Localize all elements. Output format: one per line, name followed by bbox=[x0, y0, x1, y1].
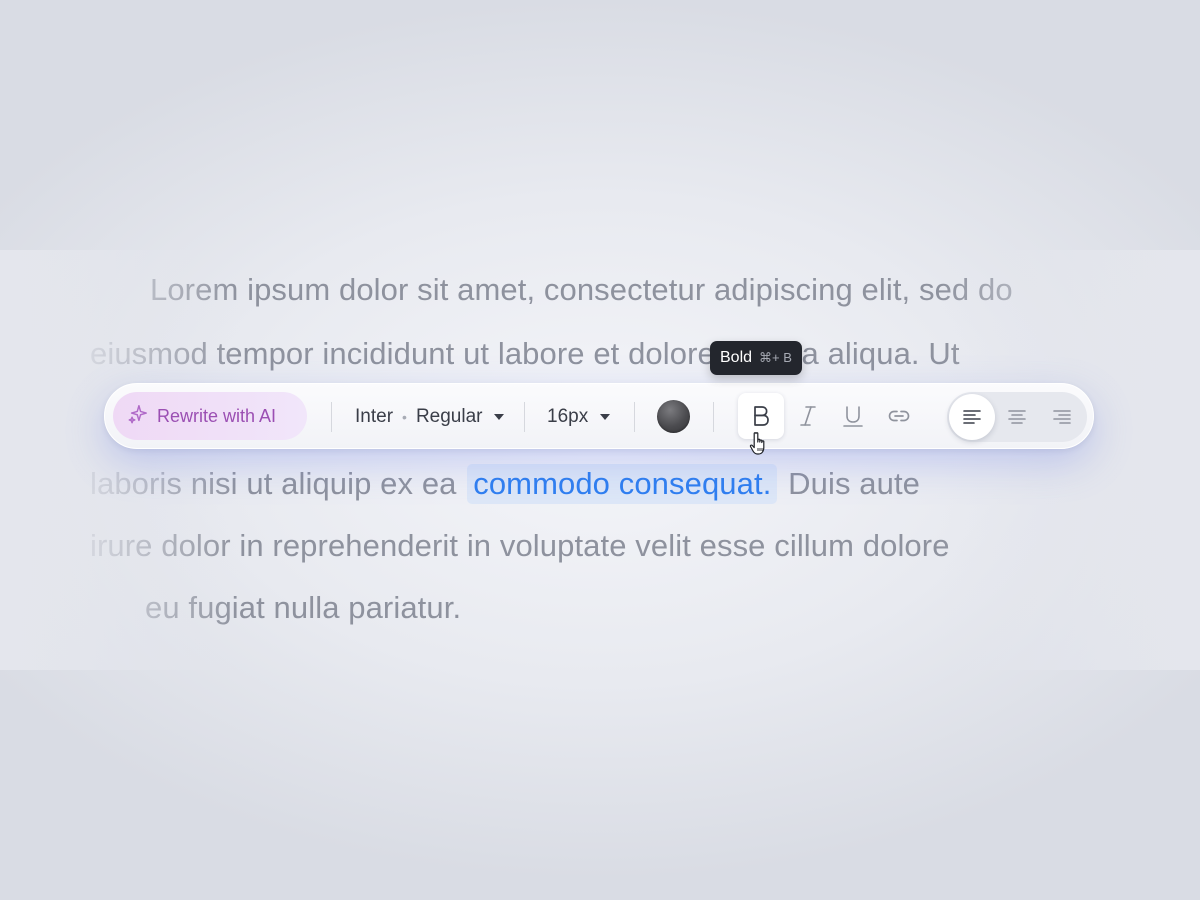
font-family-dropdown[interactable]: Inter • Regular bbox=[355, 400, 505, 434]
align-left-icon bbox=[963, 410, 981, 424]
underline-button[interactable] bbox=[830, 393, 876, 439]
underline-icon bbox=[843, 406, 863, 427]
chevron-down-icon bbox=[600, 414, 611, 420]
sparkle-icon bbox=[127, 403, 149, 430]
divider bbox=[331, 402, 332, 432]
divider bbox=[634, 402, 635, 432]
link-button[interactable] bbox=[876, 393, 922, 439]
align-center-button[interactable] bbox=[994, 394, 1040, 440]
formatting-toolbar: Rewrite with AI Inter • Regular 16px bbox=[104, 383, 1094, 449]
tooltip-shortcut: ⌘+ B bbox=[759, 350, 792, 365]
alignment-group bbox=[947, 392, 1087, 442]
align-right-icon bbox=[1053, 410, 1071, 424]
bold-icon bbox=[754, 406, 769, 426]
divider bbox=[713, 402, 714, 432]
edge-fade bbox=[0, 250, 240, 670]
link-icon bbox=[888, 410, 910, 422]
align-left-button[interactable] bbox=[949, 394, 995, 440]
italic-button[interactable] bbox=[785, 393, 831, 439]
tooltip-label: Bold bbox=[720, 349, 753, 366]
separator-dot: • bbox=[402, 409, 407, 425]
text-line[interactable]: Lorem ipsum dolor sit amet, consectetur … bbox=[150, 272, 1013, 308]
italic-icon bbox=[800, 406, 816, 426]
font-family-value: Inter bbox=[355, 406, 394, 427]
align-right-button[interactable] bbox=[1039, 394, 1085, 440]
rewrite-with-ai-button[interactable]: Rewrite with AI bbox=[113, 392, 307, 440]
align-center-icon bbox=[1008, 410, 1026, 424]
chevron-down-icon bbox=[494, 414, 505, 420]
document-canvas[interactable]: Lorem ipsum dolor sit amet, consectetur … bbox=[0, 0, 1200, 900]
divider bbox=[524, 402, 525, 432]
text-span: Duis aute bbox=[788, 466, 921, 501]
font-size-dropdown[interactable]: 16px bbox=[547, 400, 611, 434]
hand-pointer-icon bbox=[749, 432, 765, 455]
font-weight-value: Regular bbox=[415, 406, 483, 427]
selected-text[interactable]: commodo consequat. bbox=[467, 464, 778, 504]
bold-tooltip: Bold ⌘+ B bbox=[710, 341, 802, 375]
text-color-swatch[interactable] bbox=[657, 400, 690, 433]
font-size-value: 16px bbox=[547, 406, 589, 427]
rewrite-with-ai-label: Rewrite with AI bbox=[157, 405, 277, 426]
edge-fade bbox=[940, 250, 1200, 670]
